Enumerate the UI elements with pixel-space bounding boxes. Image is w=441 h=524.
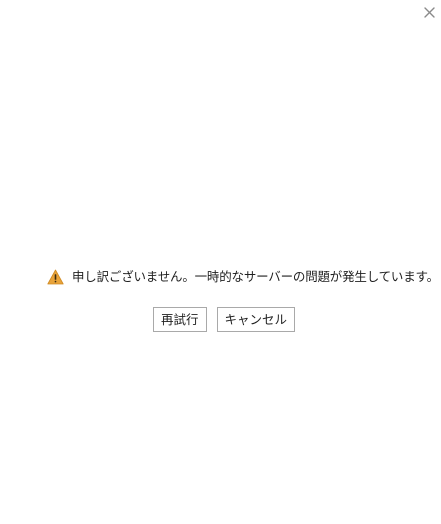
retry-button[interactable]: 再試行 [152,307,207,332]
close-button[interactable] [421,4,437,20]
cancel-button[interactable]: キャンセル [216,307,296,332]
error-message-row: 申し訳ございません。一時的なサーバーの問題が発生しています。 [47,267,439,287]
close-icon [423,6,435,18]
error-message: 申し訳ございません。一時的なサーバーの問題が発生しています。 [72,269,439,284]
warning-icon [47,269,64,285]
dialog-button-row: 再試行 キャンセル [0,307,441,332]
